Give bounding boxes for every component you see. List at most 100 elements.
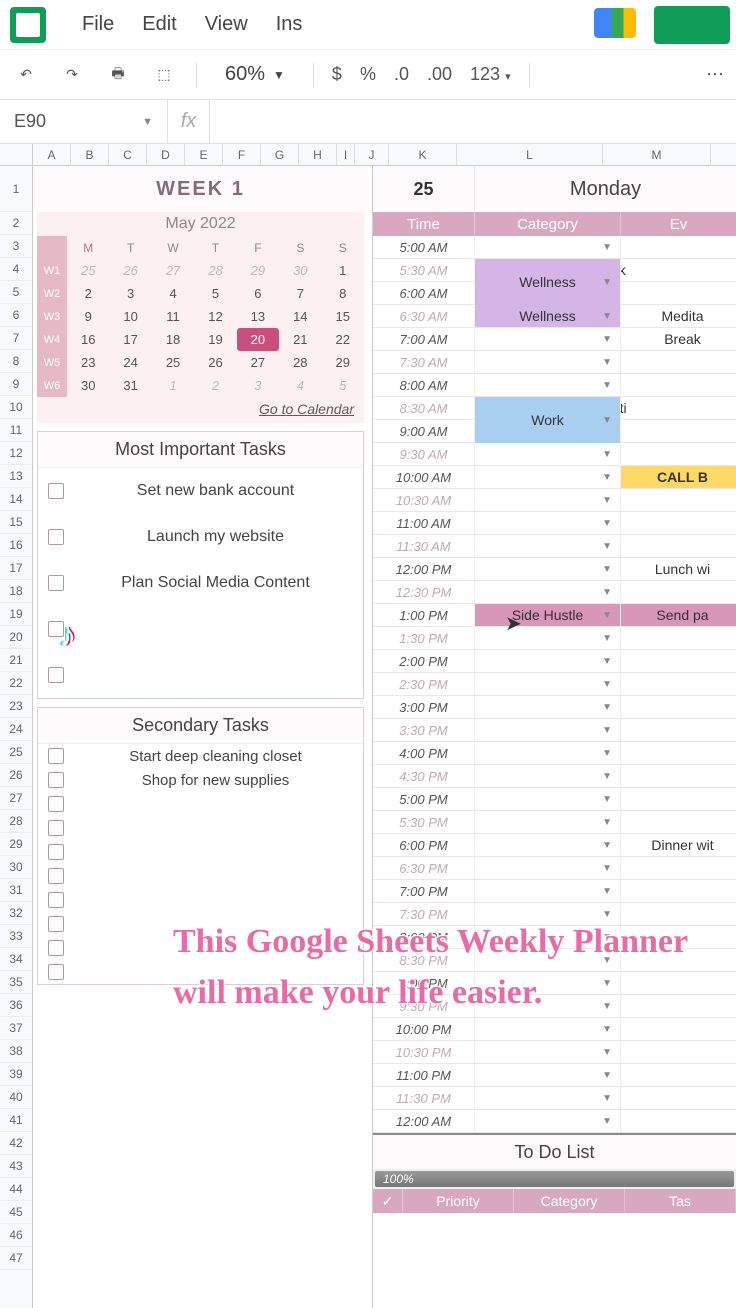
mini-calendar-day[interactable]: 6 [237,282,279,305]
mini-calendar-day[interactable]: 30 [67,374,109,397]
mini-calendar-day[interactable]: 7 [279,282,321,305]
menu-file[interactable]: File [82,13,114,36]
formula-input[interactable] [210,100,736,143]
category-cell[interactable]: ▼ [475,581,621,603]
task-checkbox[interactable] [48,796,64,812]
row-header[interactable]: 2 [0,212,32,235]
dropdown-icon[interactable]: ▼ [602,415,612,426]
col-header[interactable]: C [109,144,147,165]
row-header[interactable]: 1 [0,166,32,212]
row-header[interactable]: 9 [0,373,32,396]
mini-calendar-day[interactable]: 2 [67,282,109,305]
row-header[interactable]: 15 [0,511,32,534]
dropdown-icon[interactable]: ▼ [602,702,612,713]
mini-calendar-day[interactable]: 4 [152,282,194,305]
event-cell[interactable] [621,236,736,258]
row-header[interactable]: 36 [0,994,32,1017]
task-checkbox[interactable] [48,868,64,884]
col-header[interactable]: G [261,144,299,165]
row-header[interactable]: 20 [0,626,32,649]
format-number-dropdown[interactable]: 123 ▾ [470,64,511,85]
meet-icon[interactable] [594,8,636,38]
row-header[interactable]: 21 [0,649,32,672]
row-header[interactable]: 39 [0,1063,32,1086]
task-checkbox[interactable] [48,667,64,683]
task-checkbox[interactable] [48,483,64,499]
dropdown-icon[interactable]: ▼ [602,311,612,322]
print-icon[interactable]: 🖶 [104,61,132,89]
dropdown-icon[interactable]: ▼ [602,725,612,736]
col-header[interactable]: J [355,144,389,165]
dropdown-icon[interactable]: ▼ [602,1047,612,1058]
row-header[interactable]: 33 [0,925,32,948]
mini-calendar-day[interactable]: 30 [279,259,321,282]
category-cell[interactable]: ▼ [475,880,621,902]
mini-calendar-day[interactable]: 20 [237,328,279,351]
task-checkbox[interactable] [48,820,64,836]
mini-calendar-day[interactable]: 29 [237,259,279,282]
category-cell[interactable]: ▼ [475,857,621,879]
row-header[interactable]: 3 [0,235,32,258]
dropdown-icon[interactable]: ▼ [602,1116,612,1127]
category-cell[interactable]: ▼ [475,466,621,488]
category-cell[interactable]: ▼ [475,512,621,534]
event-cell[interactable] [621,351,736,373]
dropdown-icon[interactable]: ▼ [602,656,612,667]
task-checkbox[interactable] [48,892,64,908]
mini-calendar-day[interactable]: 13 [237,305,279,328]
category-cell[interactable]: ▼ [475,374,621,396]
category-cell[interactable]: ▼ [475,1110,621,1132]
event-cell[interactable] [621,949,736,971]
event-cell[interactable] [621,443,736,465]
row-header[interactable]: 40 [0,1086,32,1109]
category-cell[interactable]: ▼ [475,1087,621,1109]
row-header[interactable]: 32 [0,902,32,925]
event-cell[interactable] [621,811,736,833]
row-header[interactable]: 7 [0,327,32,350]
col-header[interactable]: F [223,144,261,165]
dropdown-icon[interactable]: ▼ [602,277,612,288]
category-cell[interactable]: ▼ [475,489,621,511]
event-cell[interactable] [621,719,736,741]
dropdown-icon[interactable]: ▼ [602,771,612,782]
row-header[interactable]: 43 [0,1155,32,1178]
mini-calendar-day[interactable]: 26 [109,259,151,282]
dropdown-icon[interactable]: ▼ [602,863,612,874]
mini-calendar-day[interactable]: 31 [109,374,151,397]
row-header[interactable]: 25 [0,741,32,764]
dropdown-icon[interactable]: ▼ [602,380,612,391]
category-cell[interactable]: ▼ [475,742,621,764]
task-text[interactable]: Plan Social Media Content [78,574,353,592]
redo-icon[interactable]: ↷ [58,61,86,89]
event-cell[interactable] [621,1018,736,1040]
category-cell[interactable]: ▼ [475,627,621,649]
more-icon[interactable]: ⋯ [706,64,724,85]
event-cell[interactable] [621,1087,736,1109]
task-checkbox[interactable] [48,916,64,932]
dropdown-icon[interactable]: ▼ [602,449,612,460]
mini-calendar-day[interactable]: 27 [237,351,279,374]
mini-calendar-day[interactable]: 27 [152,259,194,282]
name-box[interactable]: E90▼ [0,100,168,143]
row-header[interactable]: 12 [0,442,32,465]
event-cell[interactable] [621,696,736,718]
category-cell[interactable]: ▼ [475,1064,621,1086]
category-cell[interactable]: ▼ [475,236,621,258]
task-checkbox[interactable] [48,772,64,788]
format-increase-decimal[interactable]: .00 [427,64,452,85]
col-header[interactable]: M [603,144,711,165]
row-header[interactable]: 19 [0,603,32,626]
menu-view[interactable]: View [205,13,248,36]
event-cell[interactable] [621,627,736,649]
row-header[interactable]: 45 [0,1201,32,1224]
event-cell[interactable] [621,650,736,672]
dropdown-icon[interactable]: ▼ [602,817,612,828]
mini-calendar-day[interactable]: 1 [152,374,194,397]
event-cell[interactable] [621,420,736,442]
event-cell[interactable] [621,535,736,557]
event-cell[interactable] [621,926,736,948]
dropdown-icon[interactable]: ▼ [602,932,612,943]
col-header[interactable]: I [337,144,355,165]
mini-calendar-day[interactable]: 11 [152,305,194,328]
select-all-corner[interactable] [0,144,33,165]
